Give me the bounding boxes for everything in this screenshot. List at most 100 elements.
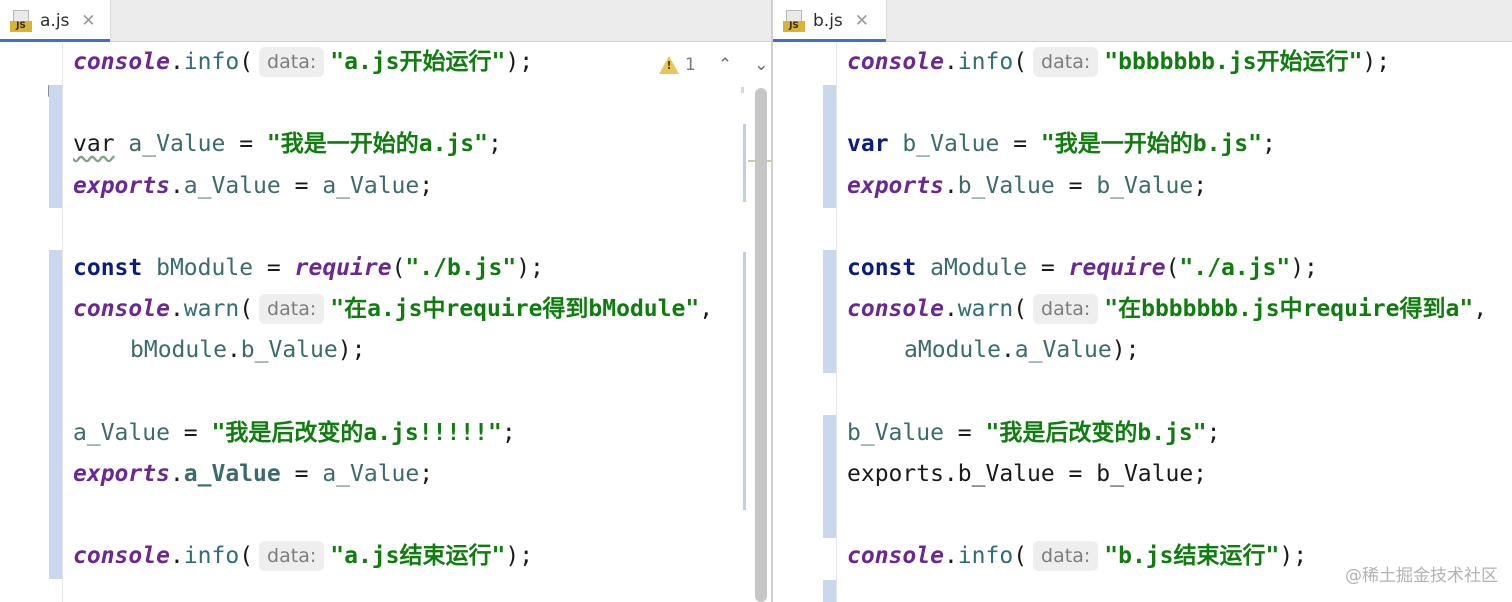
punctuation: ( [239,543,254,569]
change-marker[interactable] [823,580,836,602]
close-icon[interactable]: ✕ [855,11,869,31]
tab-a-js[interactable]: JS a.js ✕ [0,0,111,42]
inspection-widget[interactable]: ! 1 ⌃ ⌄ [659,55,768,75]
identifier: aModule [930,255,1028,281]
punctuation: = [266,255,281,281]
line-gutter[interactable] [0,43,63,602]
punctuation: ( [239,296,254,322]
punctuation: ); [1279,543,1308,569]
chevron-up-icon[interactable]: ⌃ [718,55,732,75]
code-line[interactable]: console.info(data: "a.js开始运行"); [73,45,533,79]
change-marker-strip[interactable] [743,124,746,202]
change-marker[interactable] [49,85,62,208]
punctuation: = [1013,131,1028,157]
tab-b-js[interactable]: JS b.js ✕ [773,0,887,42]
keyword: const [847,255,917,281]
punctuation: . [169,296,184,322]
tab-label: a.js [40,11,70,31]
vertical-scrollbar[interactable] [755,88,767,602]
identifier: b_Value [240,337,338,363]
identifier: a_Value [73,420,170,446]
punctuation: . [1000,337,1015,363]
identifier: console [847,49,944,75]
watermark: @稀土掘金技术社区 [1345,566,1498,586]
punctuation: . [943,296,958,322]
keyword: const [73,255,143,281]
method-name: info [183,543,240,569]
change-marker-strip[interactable] [743,252,746,510]
chevron-down-icon[interactable]: ⌄ [754,55,768,75]
identifier: a_Value [128,131,226,157]
code-line[interactable]: var a_Value = "我是一开始的a.js"; [73,127,502,161]
change-marker[interactable] [823,250,836,373]
active-tab-indicator [0,39,110,42]
punctuation: . [226,337,241,363]
code-line[interactable]: var b_Value = "我是一开始的b.js"; [847,127,1276,161]
parameter-hint: data: [259,294,325,324]
change-marker[interactable] [49,250,62,579]
parameter-hint: data: [1033,47,1099,77]
punctuation: ); [1290,255,1318,281]
tab-bar: JS b.js ✕ [773,0,1512,42]
code-editor[interactable]: console.info(data: "a.js开始运行"); var a_Valu… [64,43,771,602]
close-icon[interactable]: ✕ [81,11,95,31]
method-name: info [957,543,1014,569]
tab-label: b.js [813,11,843,31]
code-line[interactable]: console.warn(data: "在a.js中require得到bModul… [73,292,713,326]
line-gutter[interactable] [773,43,837,602]
punctuation: = [294,173,309,199]
punctuation: . [169,173,184,199]
identifier: a_Value [322,461,420,487]
code-line[interactable]: b_Value = "我是后改变的b.js"; [847,416,1220,450]
punctuation: ); [516,255,544,281]
code-line[interactable]: aModule.a_Value); [847,333,1139,367]
code-line[interactable]: exports.a_Value = a_Value; [73,169,433,203]
punctuation: ; [501,420,516,446]
punctuation: = [294,461,309,487]
parameter-hint: data: [1033,541,1099,571]
identifier: b_Value [847,420,944,446]
punctuation: ); [505,49,534,75]
change-marker[interactable] [823,415,836,538]
punctuation: = [1068,173,1083,199]
code-line[interactable]: console.info(data: "b.js结束运行"); [847,539,1307,573]
change-marker[interactable] [823,85,836,208]
code-line[interactable]: console.info(data: "bbbbbbb.js开始运行"); [847,45,1390,79]
identifier: a_Value [183,173,281,199]
code-line[interactable]: exports.b_Value = b_Value; [847,457,1207,491]
punctuation: ( [1013,543,1028,569]
identifier: bModule [130,337,227,363]
code-line[interactable]: console.warn(data: "在bbbbbbb.js中require得到… [847,292,1487,326]
identifier: b_Value [957,173,1055,199]
code-line[interactable]: exports.b_Value = b_Value; [847,169,1207,203]
warning-count: 1 [685,55,696,75]
active-tab-indicator [773,39,886,42]
identifier: exports [73,461,170,487]
code-line[interactable]: a_Value = "我是后改变的a.js!!!!!"; [73,416,516,450]
punctuation: = [1040,255,1055,281]
punctuation: ); [1111,337,1140,363]
code-line[interactable]: exports.a_Value = a_Value; [73,457,433,491]
code-line[interactable]: bModule.b_Value); [73,333,365,367]
keyword: var [847,131,889,157]
parameter-hint: data: [259,541,325,571]
code-line[interactable]: console.info(data: "a.js结束运行"); [73,539,533,573]
punctuation: ; [1262,131,1276,157]
identifier: console [73,543,170,569]
method-name: info [957,49,1014,75]
punctuation: ( [1165,255,1180,281]
code-editor[interactable]: console.info(data: "bbbbbbb.js开始运行"); var … [838,43,1512,602]
editor-pane-left: JS a.js ✕ console.info(data: "a.js开始运行");… [0,0,771,602]
code-line[interactable]: const bModule = require("./b.js"); [73,251,544,285]
code-line[interactable]: const aModule = require("./a.js"); [847,251,1318,285]
punctuation: ; [419,461,434,487]
punctuation: . [943,543,958,569]
